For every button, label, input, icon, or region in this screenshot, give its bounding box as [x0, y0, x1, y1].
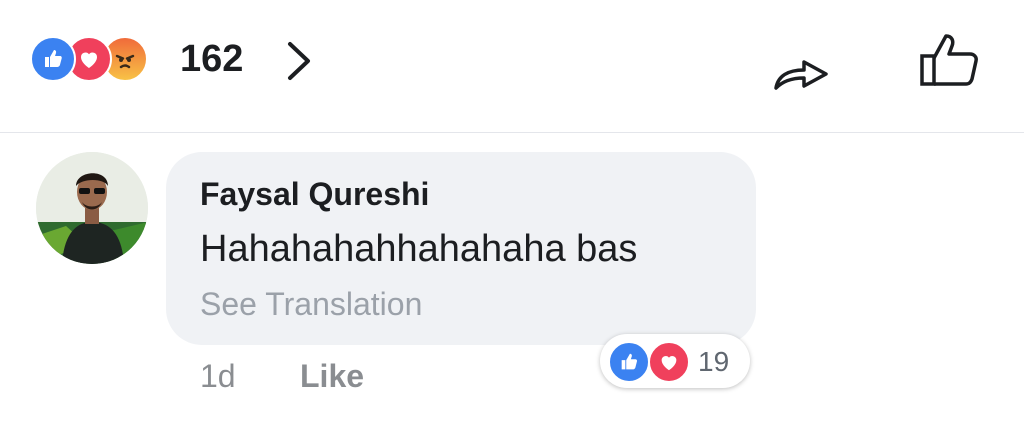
- like-icon[interactable]: [918, 32, 980, 93]
- comment-text: Hahahahahhahahaha bas: [200, 228, 638, 270]
- share-icon[interactable]: [772, 56, 832, 97]
- like-reaction-icon: [30, 36, 76, 82]
- like-reaction-icon: [608, 341, 650, 383]
- comment-reaction-count: 19: [698, 346, 730, 377]
- comment-timestamp[interactable]: 1d: [200, 358, 236, 395]
- comment-like-button[interactable]: Like: [300, 358, 364, 395]
- comment-author-name[interactable]: Faysal Qureshi: [200, 176, 429, 213]
- comment-reactions-badge[interactable]: 19: [600, 334, 750, 388]
- post-reactions-bar: 162: [0, 0, 1024, 132]
- reaction-count[interactable]: 162: [180, 38, 243, 81]
- divider: [0, 132, 1024, 133]
- comment-bubble: Faysal Qureshi Hahahahahhahahaha bas See…: [166, 152, 756, 345]
- avatar[interactable]: [36, 152, 148, 264]
- reaction-summary[interactable]: [30, 36, 170, 82]
- chevron-right-icon[interactable]: [286, 40, 312, 87]
- love-reaction-icon: [648, 341, 690, 383]
- see-translation-link[interactable]: See Translation: [200, 286, 422, 323]
